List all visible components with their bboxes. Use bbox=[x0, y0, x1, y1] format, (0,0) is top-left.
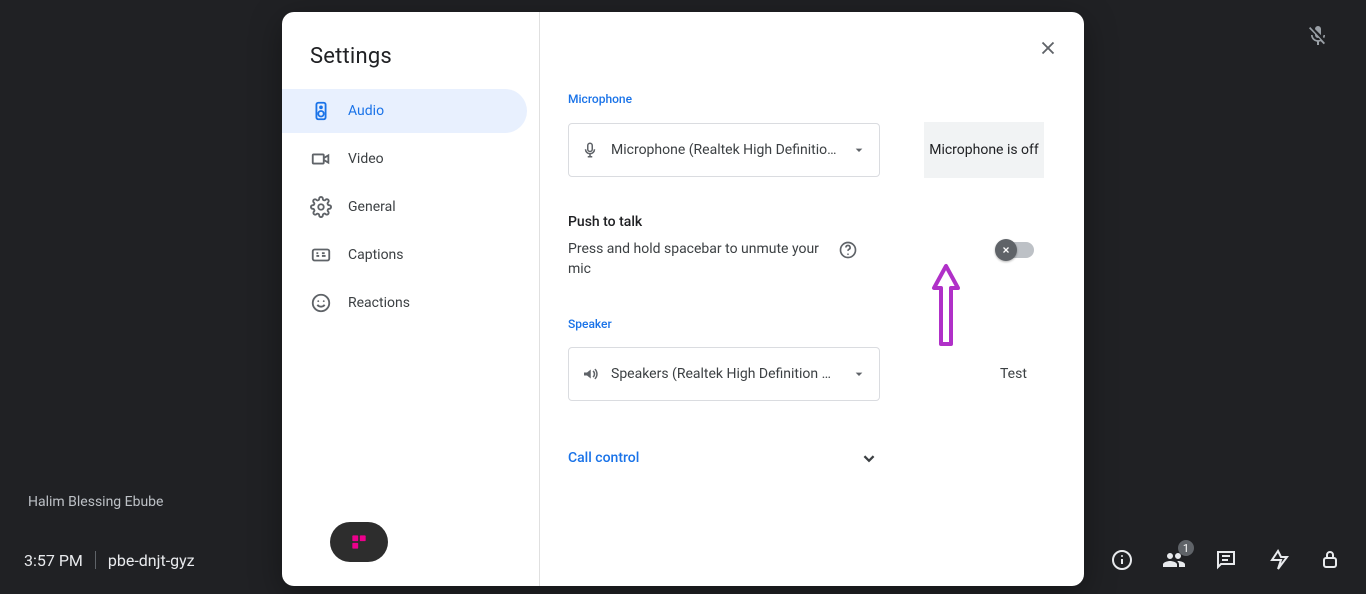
clock-time: 3:57 PM bbox=[24, 551, 83, 570]
dialog-content: Microphone Microphone (Realtek High Defi… bbox=[540, 12, 1084, 586]
dialog-sidebar: Settings Audio Video General Captions Re… bbox=[282, 12, 540, 586]
x-icon bbox=[1001, 245, 1011, 255]
camera-icon bbox=[310, 148, 332, 170]
volume-icon bbox=[581, 365, 599, 383]
speaker-select[interactable]: Speakers (Realtek High Definition A… bbox=[568, 347, 880, 401]
smile-icon bbox=[310, 292, 332, 314]
microphone-device: Microphone (Realtek High Definitio… bbox=[611, 142, 839, 158]
microphone-label: Microphone bbox=[568, 92, 1056, 106]
push-to-talk-toggle[interactable] bbox=[998, 242, 1034, 258]
push-to-talk-title: Push to talk bbox=[568, 214, 1056, 230]
chevron-down-icon bbox=[858, 447, 880, 469]
nav-video[interactable]: Video bbox=[282, 137, 527, 181]
nav-label: General bbox=[348, 199, 396, 215]
divider bbox=[95, 551, 96, 569]
extension-fab[interactable] bbox=[330, 522, 388, 562]
settings-nav: Audio Video General Captions Reactions bbox=[282, 89, 539, 325]
toggle-knob bbox=[995, 239, 1017, 261]
gear-icon bbox=[310, 196, 332, 218]
nav-label: Captions bbox=[348, 247, 404, 263]
captions-icon bbox=[310, 244, 332, 266]
dialog-title: Settings bbox=[282, 36, 539, 89]
nav-label: Reactions bbox=[348, 295, 410, 311]
chevron-down-icon bbox=[851, 366, 867, 382]
chevron-down-icon bbox=[851, 142, 867, 158]
nav-reactions[interactable]: Reactions bbox=[282, 281, 527, 325]
info-icon[interactable] bbox=[1110, 548, 1134, 572]
nav-captions[interactable]: Captions bbox=[282, 233, 527, 277]
bottom-right-toolbar: 1 bbox=[1110, 548, 1342, 572]
call-control-expander[interactable]: Call control bbox=[568, 447, 880, 469]
people-badge: 1 bbox=[1178, 540, 1194, 556]
help-icon[interactable] bbox=[838, 240, 858, 260]
microphone-select[interactable]: Microphone (Realtek High Definitio… bbox=[568, 123, 880, 177]
speaker-label: Speaker bbox=[568, 317, 1056, 331]
nav-audio[interactable]: Audio bbox=[282, 89, 527, 133]
activities-icon[interactable] bbox=[1266, 548, 1290, 572]
nav-label: Video bbox=[348, 151, 384, 167]
nav-general[interactable]: General bbox=[282, 185, 527, 229]
close-button[interactable] bbox=[1028, 28, 1068, 68]
call-control-label: Call control bbox=[568, 450, 639, 466]
participant-name: Halim Blessing Ebube bbox=[28, 494, 163, 510]
speaker-device: Speakers (Realtek High Definition A… bbox=[611, 366, 839, 382]
extension-icon bbox=[349, 532, 369, 552]
settings-dialog: Settings Audio Video General Captions Re… bbox=[282, 12, 1084, 586]
test-speaker-button[interactable]: Test bbox=[1000, 366, 1027, 382]
chat-icon[interactable] bbox=[1214, 548, 1238, 572]
mic-muted-indicator bbox=[1306, 24, 1330, 48]
people-icon[interactable]: 1 bbox=[1162, 548, 1186, 572]
close-icon bbox=[1037, 37, 1059, 59]
microphone-status: Microphone is off bbox=[924, 122, 1044, 178]
nav-label: Audio bbox=[348, 103, 384, 119]
mic-icon bbox=[581, 141, 599, 159]
push-to-talk-desc: Press and hold spacebar to unmute your m… bbox=[568, 240, 826, 279]
speaker-icon bbox=[310, 100, 332, 122]
host-controls-icon[interactable] bbox=[1318, 548, 1342, 572]
bottom-left: 3:57 PM pbe-dnjt-gyz bbox=[24, 551, 195, 570]
meeting-code: pbe-dnjt-gyz bbox=[108, 551, 195, 570]
